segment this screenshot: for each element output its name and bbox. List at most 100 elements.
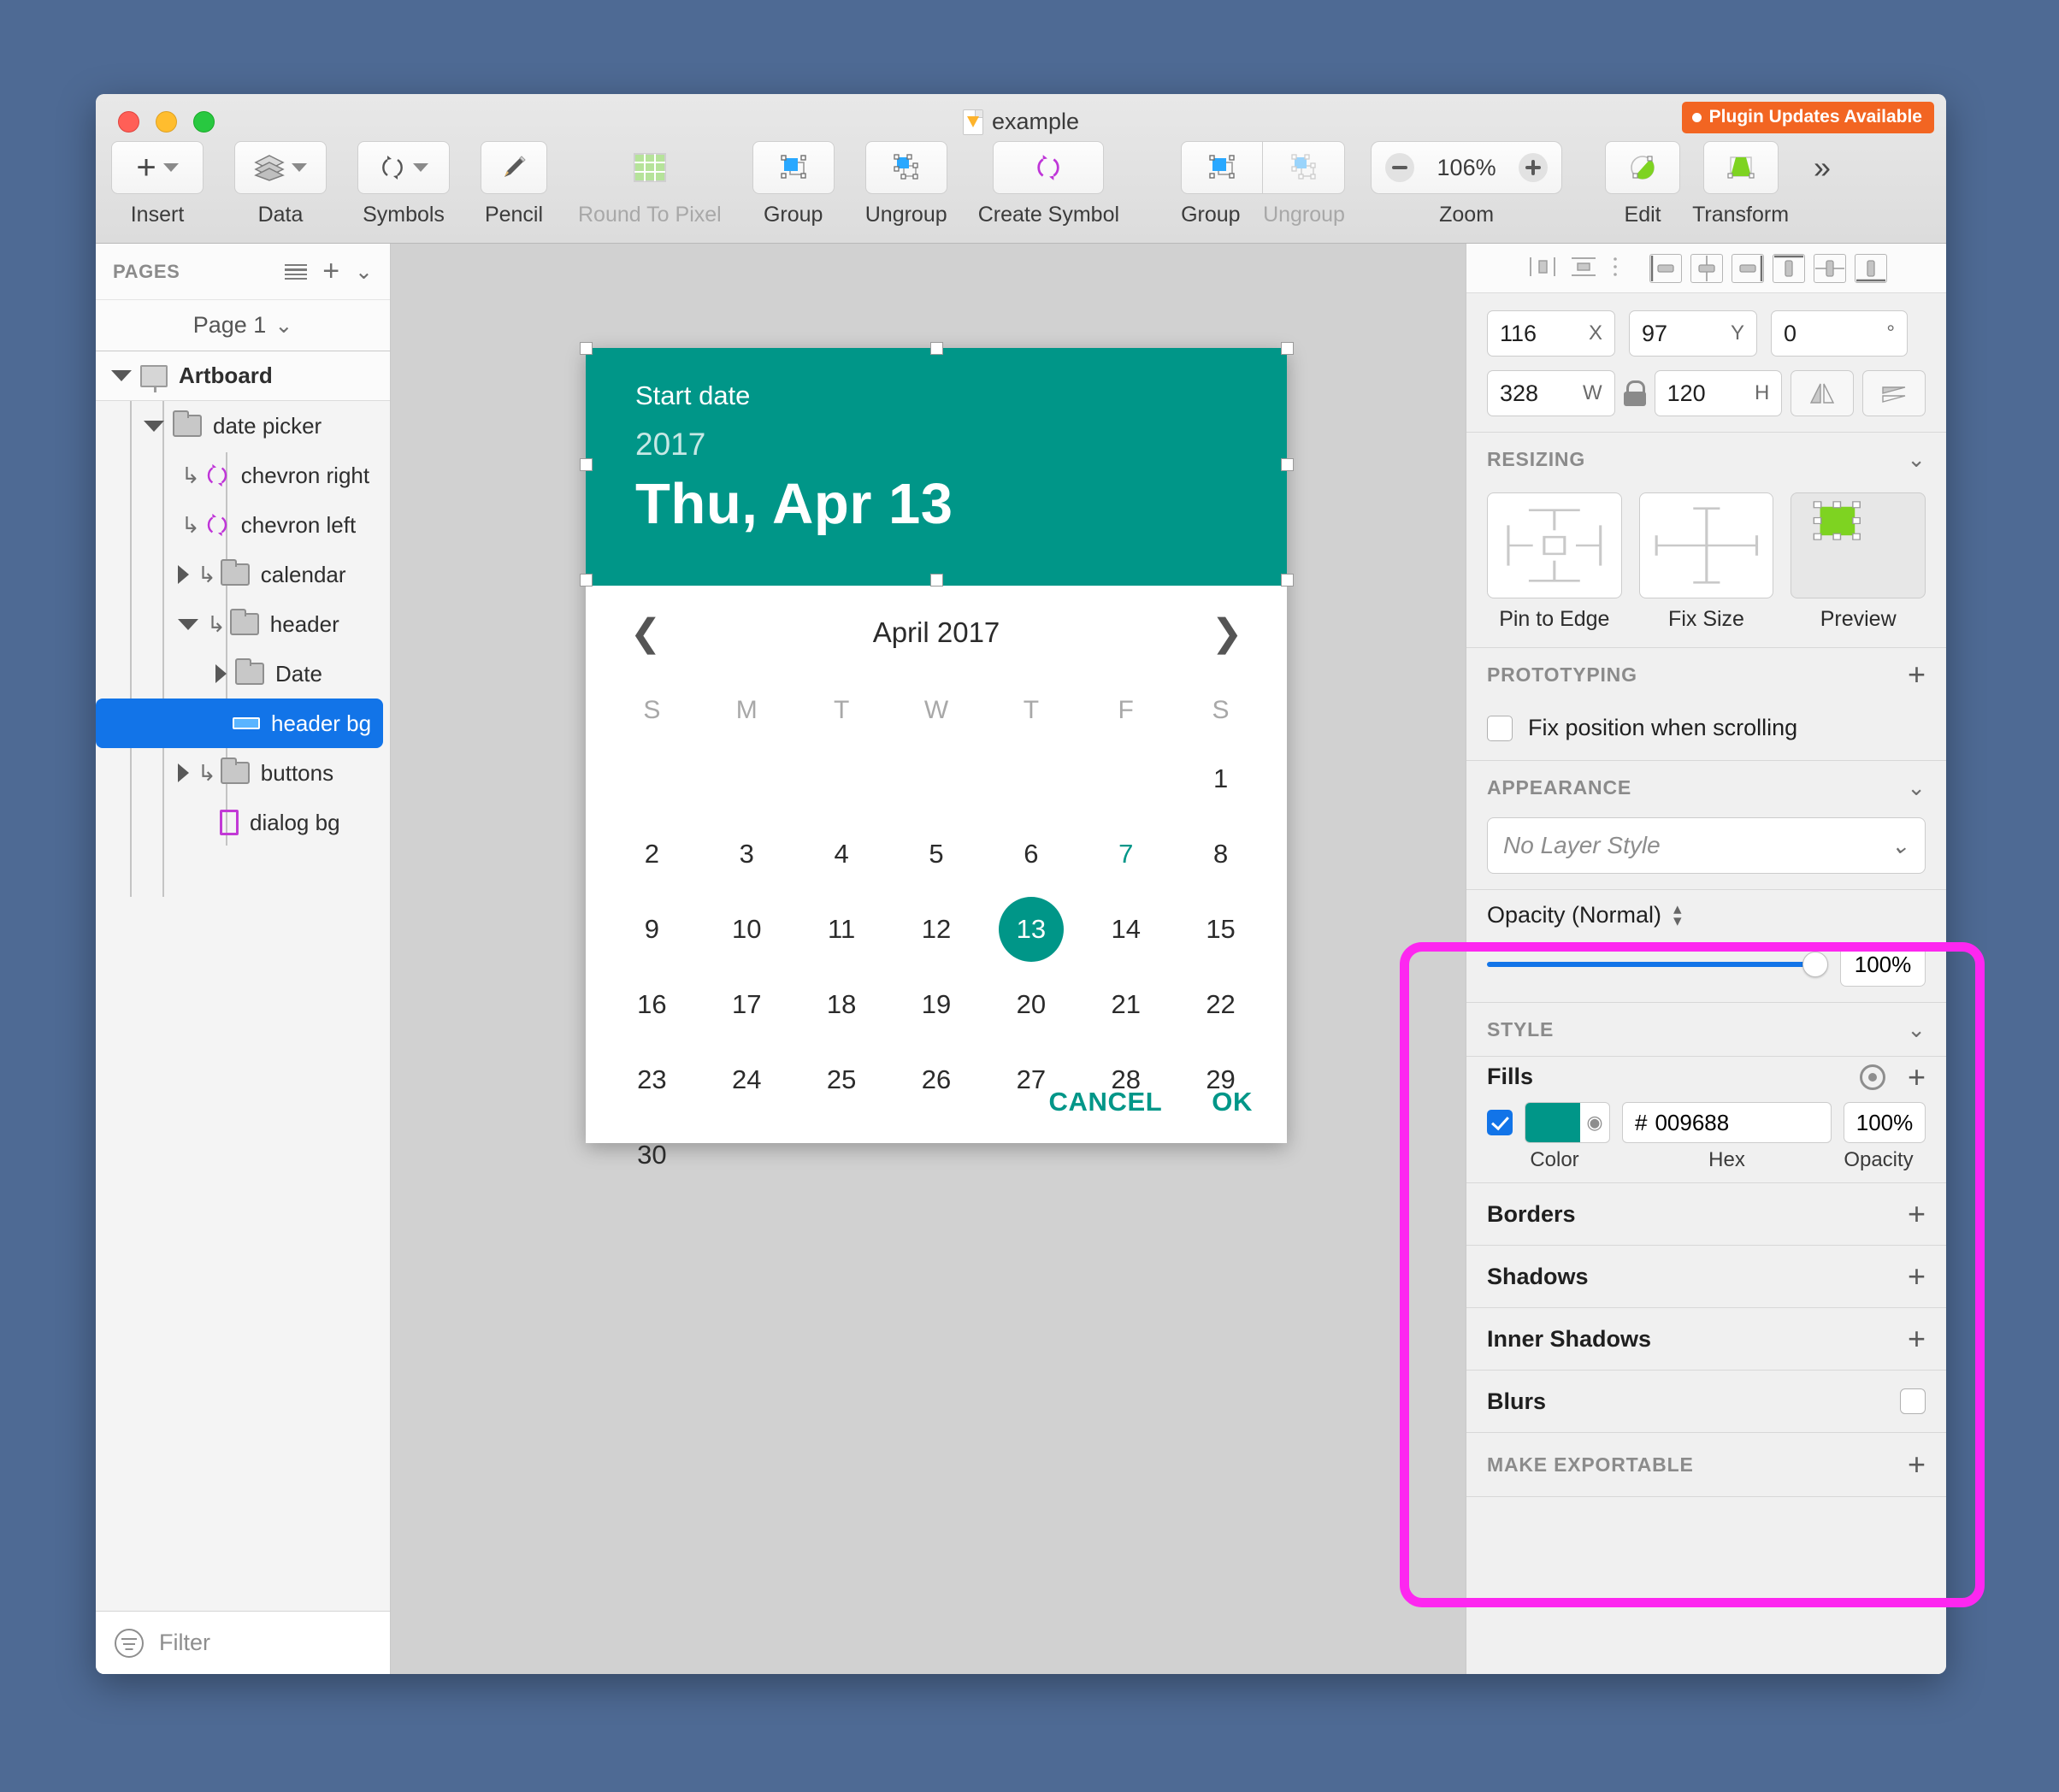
insert-button[interactable]: + (111, 141, 204, 194)
day-cell[interactable]: 10 (699, 892, 794, 967)
day-cell[interactable]: 7 (1078, 816, 1173, 892)
toolbar-item-group[interactable]: Group (752, 141, 835, 227)
fix-position-checkbox[interactable] (1487, 715, 1513, 741)
blurs-checkbox[interactable] (1900, 1388, 1926, 1414)
fill-hex-field[interactable]: # 009688 (1622, 1102, 1832, 1143)
day-cell[interactable]: 19 (889, 967, 984, 1042)
selection-handle-tl[interactable] (580, 342, 593, 355)
fill-opacity-value[interactable]: 100% (1844, 1102, 1926, 1143)
day-cell[interactable]: 2 (605, 816, 699, 892)
day-cell[interactable]: 9 (605, 892, 699, 967)
disclosure-closed-icon[interactable] (215, 664, 227, 683)
group-button[interactable] (752, 141, 835, 194)
opacity-slider-knob[interactable] (1802, 952, 1828, 977)
zoom-value[interactable]: 106% (1428, 155, 1505, 181)
style-section-header[interactable]: STYLE ⌄ (1466, 1003, 1946, 1056)
filter-bar[interactable]: Filter (96, 1611, 390, 1674)
day-cell[interactable]: 24 (699, 1042, 794, 1117)
day-cell[interactable]: 3 (699, 816, 794, 892)
add-page-icon[interactable]: + (322, 256, 339, 286)
x-field[interactable]: 116 X (1487, 310, 1615, 357)
day-cell[interactable]: 12 (889, 892, 984, 967)
chevron-down-icon[interactable]: ⌄ (355, 259, 373, 285)
data-button[interactable] (234, 141, 327, 194)
chevron-down-icon[interactable]: ⌄ (1907, 446, 1926, 473)
layer-row-chevron-right[interactable]: ↳ chevron right (96, 451, 390, 500)
zoom-control[interactable]: 106% (1371, 141, 1563, 194)
add-inner-shadow-icon[interactable]: + (1908, 1323, 1926, 1353)
day-cell[interactable]: 15 (1173, 892, 1268, 967)
disclosure-closed-icon[interactable] (178, 565, 189, 584)
toolbar-item-transform[interactable]: Transform (1692, 141, 1789, 227)
layer-row-artboard[interactable]: Artboard (96, 351, 390, 401)
blurs-row[interactable]: Blurs (1466, 1371, 1946, 1432)
chevron-down-icon[interactable]: ⌄ (1907, 775, 1926, 801)
fill-enabled-checkbox[interactable] (1487, 1110, 1513, 1135)
list-view-icon[interactable] (285, 263, 308, 280)
disclosure-open-icon[interactable] (178, 618, 198, 630)
lock-proportions-icon[interactable] (1623, 380, 1646, 406)
toolbar-item-insert[interactable]: + Insert (111, 141, 204, 227)
selection-handle-ml[interactable] (580, 458, 593, 471)
align-horizontal-center-icon[interactable] (1690, 253, 1723, 283)
layer-row-dialog-bg[interactable]: dialog bg (96, 798, 390, 847)
day-cell[interactable]: 4 (794, 816, 889, 892)
layer-row-date-picker[interactable]: date picker (96, 401, 390, 451)
resizing-option-preview[interactable]: Preview (1791, 492, 1926, 632)
ok-button[interactable]: OK (1212, 1087, 1253, 1117)
pencil-button[interactable] (481, 141, 547, 194)
layer-row-calendar[interactable]: ↳ calendar (96, 550, 390, 599)
ungroup-button[interactable] (864, 141, 947, 194)
inner-shadows-row[interactable]: Inner Shadows + (1466, 1308, 1946, 1370)
layer-row-header-bg[interactable]: header bg (96, 699, 383, 748)
align-vertical-bottom-icon[interactable] (1854, 253, 1887, 283)
disclosure-closed-icon[interactable] (178, 763, 189, 782)
disclosure-open-icon[interactable] (111, 370, 132, 381)
layer-row-chevron-left[interactable]: ↳ chevron left (96, 500, 390, 550)
day-cell[interactable]: 6 (983, 816, 1078, 892)
flip-vertical-button[interactable] (1862, 370, 1926, 416)
resizing-section-header[interactable]: RESIZING ⌄ (1466, 433, 1946, 486)
group-button-2[interactable] (1181, 141, 1264, 194)
canvas[interactable]: Start date 2017 Thu, Apr 13 ❮ April 2017… (391, 244, 1466, 1674)
day-cell[interactable]: 13 (983, 892, 1078, 967)
fix-position-row[interactable]: Fix position when scrolling (1466, 701, 1946, 760)
prototyping-section-header[interactable]: PROTOTYPING + (1466, 648, 1946, 701)
day-cell[interactable]: 18 (794, 967, 889, 1042)
day-cell[interactable]: 25 (794, 1042, 889, 1117)
day-cell[interactable]: 14 (1078, 892, 1173, 967)
add-border-icon[interactable]: + (1908, 1199, 1926, 1229)
day-cell[interactable]: 30 (605, 1117, 699, 1193)
day-cell[interactable]: 8 (1173, 816, 1268, 892)
add-fill-icon[interactable]: + (1908, 1062, 1926, 1092)
align-horizontal-top-icon[interactable] (1649, 253, 1682, 283)
align-top-icon[interactable] (1567, 254, 1600, 283)
overflow-button[interactable]: » (1801, 141, 1844, 194)
gear-icon[interactable] (1859, 1064, 1885, 1090)
day-cell[interactable]: 22 (1173, 967, 1268, 1042)
day-cell[interactable]: 26 (889, 1042, 984, 1117)
layer-row-buttons[interactable]: ↳ buttons (96, 748, 390, 798)
chevron-left-icon[interactable]: ❮ (620, 611, 671, 655)
opacity-value[interactable]: 100% (1840, 942, 1926, 987)
add-prototyping-icon[interactable]: + (1908, 659, 1926, 689)
day-cell[interactable]: 21 (1078, 967, 1173, 1042)
selection-handle-br[interactable] (1281, 574, 1294, 587)
selection-handle-tc[interactable] (930, 342, 943, 355)
align-left-icon[interactable] (1526, 254, 1559, 283)
align-vertical-center-icon[interactable] (1813, 253, 1846, 283)
cancel-button[interactable]: CANCEL (1049, 1087, 1163, 1117)
align-horizontal-bottom-icon[interactable] (1731, 253, 1764, 283)
day-cell[interactable]: 16 (605, 967, 699, 1042)
toolbar-item-pencil[interactable]: Pencil (481, 141, 547, 227)
layer-style-select[interactable]: No Layer Style ⌄ (1487, 817, 1926, 874)
chevron-down-icon[interactable]: ⌄ (1907, 1017, 1926, 1043)
toolbar-item-symbols[interactable]: Symbols (357, 141, 450, 227)
height-field[interactable]: 120 H (1654, 370, 1783, 416)
shadows-row[interactable]: Shadows + (1466, 1246, 1946, 1307)
create-symbol-button[interactable] (993, 141, 1105, 194)
add-export-icon[interactable]: + (1908, 1449, 1926, 1479)
day-cell[interactable]: 20 (983, 967, 1078, 1042)
resizing-option-fix-size[interactable]: Fix Size (1638, 492, 1774, 632)
layer-row-header[interactable]: ↳ header (96, 599, 390, 649)
